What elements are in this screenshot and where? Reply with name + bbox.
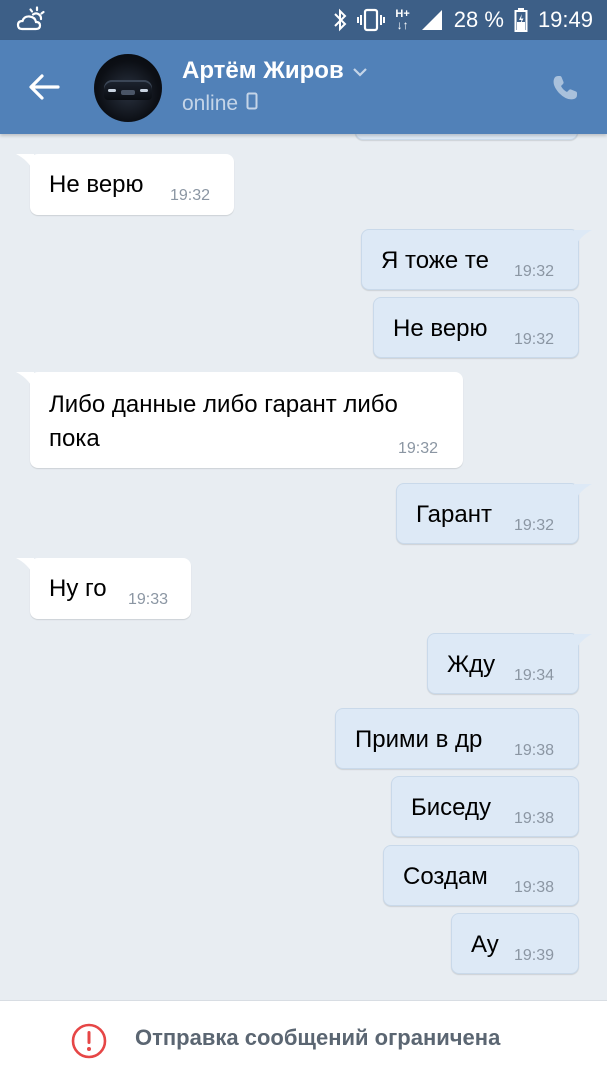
contact-name-text: Артём Жиров: [182, 57, 344, 84]
network-icon: H+ ↓↑: [395, 7, 410, 32]
signal-icon: [420, 8, 444, 32]
bubble-tail: [16, 558, 34, 576]
contact-name[interactable]: Артём Жиров: [182, 57, 368, 85]
message-time: 19:32: [398, 440, 439, 457]
message-text: Я тоже те: [381, 247, 489, 274]
message-bubble-incoming[interactable]: Не верю 19:32: [16, 154, 234, 215]
message-bubble-outgoing[interactable]: Не верю 19:32: [373, 297, 579, 358]
message-bubble-incoming[interactable]: Ну го 19:33: [16, 558, 191, 619]
avatar[interactable]: [94, 54, 162, 122]
alert-circle-icon: [71, 1023, 107, 1059]
message-time: 19:32: [514, 331, 555, 348]
back-button[interactable]: [24, 67, 64, 107]
contact-status: online: [182, 92, 258, 116]
mobile-icon: [246, 92, 258, 116]
message-time: 19:38: [514, 879, 555, 896]
message-text: Создам: [403, 863, 488, 890]
message-bubble-outgoing[interactable]: Прими в др 19:38: [335, 708, 579, 769]
status-bar-right: H+ ↓↑ 28 % 19:49: [333, 0, 593, 40]
bluetooth-icon: [333, 8, 347, 32]
battery-percent: 28 %: [453, 7, 504, 32]
message-time: 19:38: [514, 742, 555, 759]
message-text: Ну го: [49, 575, 107, 602]
message-time: 19:32: [514, 263, 555, 280]
message-text: Жду: [447, 651, 496, 678]
message-text-line: Либо данные либо гарант либо: [49, 391, 398, 418]
restriction-notice: Отправка сообщений ограничена: [135, 1025, 501, 1050]
status-text: online: [182, 92, 239, 115]
status-bar: H+ ↓↑ 28 % 19:49: [0, 0, 607, 40]
avatar-car-lamp: [140, 89, 148, 92]
avatar-car-grille: [121, 90, 135, 95]
bubble-tail: [574, 634, 592, 652]
message-bubble-outgoing[interactable]: Я тоже те 19:32: [361, 229, 592, 290]
message-time: 19:32: [514, 517, 555, 534]
message-time: 19:32: [170, 187, 211, 204]
bubble-tail: [574, 230, 592, 248]
message-time: 19:33: [128, 591, 169, 608]
vibrate-icon: [357, 8, 386, 32]
phone-icon: [553, 76, 577, 100]
chat-header: Артём Жиров online: [0, 40, 607, 134]
message-bubble-outgoing[interactable]: Биседу 19:38: [391, 776, 579, 837]
message-text: Не верю: [393, 315, 488, 342]
arrow-left-icon: [29, 74, 60, 100]
message-bubble-incoming[interactable]: Либо данные либо гарант либо пока 19:32: [16, 372, 463, 468]
bubble-tail: [16, 372, 34, 390]
bubble-tail: [16, 154, 34, 172]
chevron-down-icon: [352, 67, 368, 77]
message-time: 19:38: [514, 810, 555, 827]
message-text: Гарант: [416, 501, 492, 528]
call-button[interactable]: [547, 70, 583, 106]
message-bubble-outgoing[interactable]: Жду 19:34: [427, 633, 592, 694]
clock: 19:49: [537, 7, 593, 32]
message-text: Прими в др: [355, 726, 483, 753]
chat-screen: Не верю 19:32 Я тоже те 19:32 Не верю 19…: [0, 0, 607, 1080]
message-time: 19:39: [514, 947, 555, 964]
message-restriction-bar: Отправка сообщений ограничена: [0, 1000, 607, 1080]
message-list[interactable]: Не верю 19:32 Я тоже те 19:32 Не верю 19…: [0, 0, 607, 1000]
message-text: Биседу: [411, 794, 491, 821]
message-bubble-outgoing[interactable]: Создам 19:38: [383, 845, 579, 906]
bubble-tail: [574, 484, 592, 502]
message-text: Ау: [471, 931, 499, 958]
message-text: Не верю: [49, 171, 144, 198]
message-bubble-outgoing[interactable]: Ау 19:39: [451, 913, 579, 974]
battery-icon: [514, 7, 528, 33]
message-time: 19:34: [514, 667, 555, 684]
weather-icon: [16, 6, 45, 31]
avatar-car-lamp: [108, 89, 116, 92]
message-text-line: пока: [49, 425, 100, 452]
message-bubble-outgoing[interactable]: Гарант 19:32: [396, 483, 592, 544]
